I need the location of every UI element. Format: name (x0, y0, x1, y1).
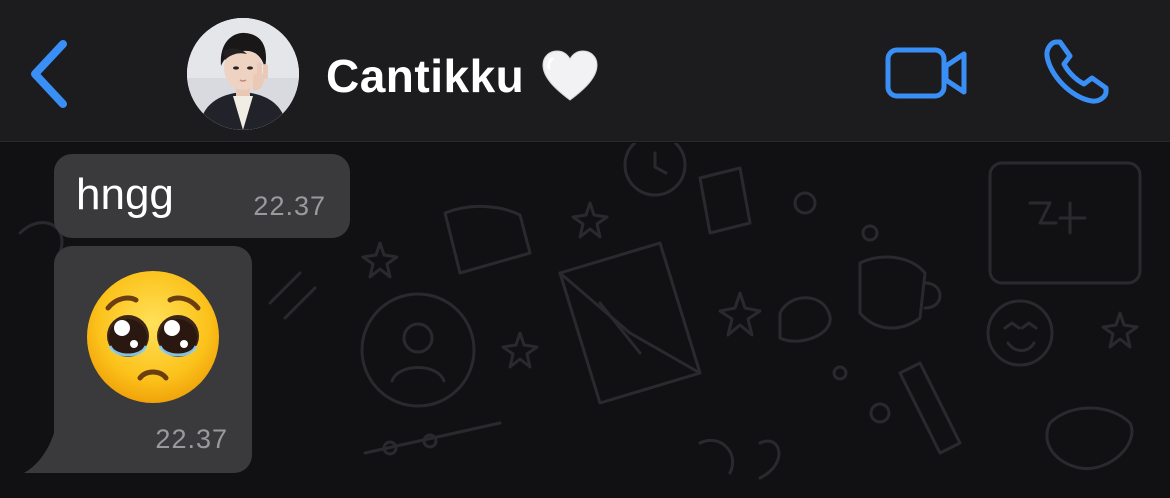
phone-icon (1044, 39, 1109, 104)
contact-name[interactable]: Cantikku (326, 46, 600, 106)
back-button[interactable] (20, 34, 80, 114)
chat-area[interactable]: hngg 22.37 22.37 (0, 143, 1170, 498)
chevron-left-icon (31, 40, 67, 108)
contact-avatar[interactable] (187, 18, 299, 130)
white-heart-icon (542, 50, 598, 101)
emoji-message-bubble[interactable]: 22.37 (54, 246, 252, 473)
video-call-button[interactable] (884, 44, 970, 104)
voice-call-button[interactable] (1040, 36, 1112, 108)
message-time: 22.37 (253, 191, 326, 221)
chat-screen: Cantikku hngg 22.37 22.37 (0, 0, 1170, 498)
contact-name-label: Cantikku (326, 50, 525, 102)
message-bubble[interactable]: hngg 22.37 (54, 154, 350, 238)
video-camera-icon (885, 47, 967, 99)
pleading-face-icon (87, 271, 219, 403)
message-text: hngg (76, 170, 174, 219)
avatar-photo (187, 18, 299, 130)
chat-header: Cantikku (0, 0, 1170, 142)
message-time: 22.37 (155, 424, 228, 454)
